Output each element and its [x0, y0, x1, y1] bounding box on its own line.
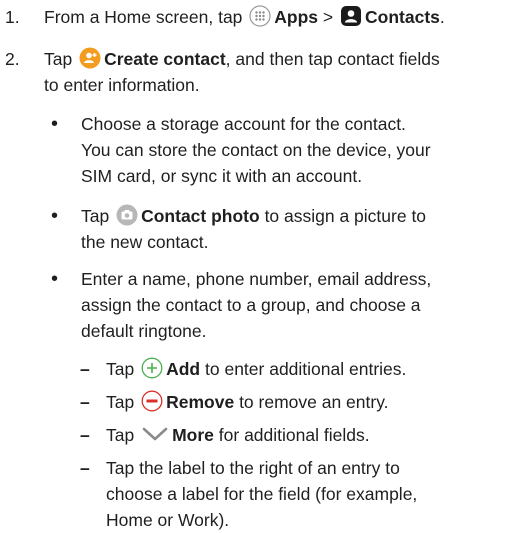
subbullet-text: Tap the label to the right of an entry t… [106, 458, 418, 530]
contacts-icon [340, 5, 362, 27]
add-label: Add [166, 359, 201, 379]
step-text: Tap Create contact, and then tap contact… [44, 47, 440, 95]
camera-icon [116, 204, 138, 226]
dash-marker: – [80, 425, 90, 445]
more-label: More [172, 425, 214, 445]
step-number: 1. [5, 7, 20, 27]
remove-label: Remove [166, 392, 235, 412]
dash-marker: – [80, 458, 90, 478]
add-icon [141, 357, 163, 379]
apps-label: Apps [274, 7, 319, 27]
bullet-text: Choose a storage account for the contact… [81, 114, 431, 186]
subbullet-text: Tap Remove to remove an entry. [106, 390, 389, 412]
subbullet-text: Tap More for additional fields. [106, 423, 370, 445]
bullet-dot: • [51, 113, 59, 135]
contact-photo-label: Contact photo [141, 206, 260, 226]
subbullet-text: Tap Add to enter additional entries. [106, 357, 407, 379]
step-text: From a Home screen, tap Apps > Contacts. [44, 5, 445, 27]
bullet-dot: • [51, 268, 59, 290]
bullet-dot: • [51, 205, 59, 227]
dash-marker: – [80, 392, 90, 412]
apps-icon [249, 5, 271, 27]
bullet-text: Enter a name, phone number, email addres… [81, 269, 432, 341]
create-contact-icon [79, 47, 101, 69]
remove-icon [141, 390, 163, 412]
bullet-text: Tap Contact photo to assign a picture to… [81, 204, 427, 252]
instructions: 1. From a Home screen, tap Apps > Contac… [0, 0, 518, 530]
create-contact-label: Create contact [104, 49, 226, 69]
separator: > [322, 7, 334, 27]
step-number: 2. [5, 49, 20, 69]
chevron-down-icon [141, 423, 169, 445]
dash-marker: – [80, 359, 90, 379]
contacts-label: Contacts [365, 7, 440, 27]
